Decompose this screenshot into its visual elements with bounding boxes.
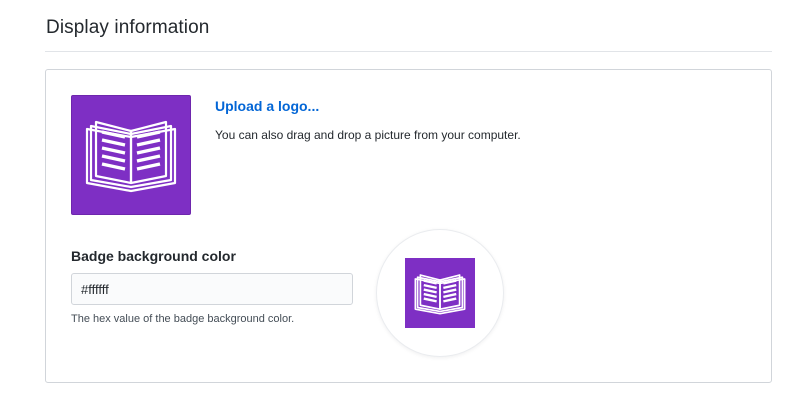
section-title: Display information bbox=[46, 17, 210, 38]
section-divider bbox=[45, 51, 772, 52]
badge-color-help-text: The hex value of the badge background co… bbox=[71, 313, 295, 325]
badge-preview-tile bbox=[405, 258, 475, 328]
logo-preview[interactable] bbox=[71, 95, 191, 215]
open-book-icon bbox=[414, 273, 466, 314]
open-book-icon bbox=[85, 120, 177, 193]
badge-preview bbox=[377, 230, 503, 356]
upload-help-text: You can also drag and drop a picture fro… bbox=[215, 128, 521, 142]
badge-color-input[interactable] bbox=[71, 273, 353, 305]
badge-color-label: Badge background color bbox=[71, 248, 236, 264]
upload-logo-link[interactable]: Upload a logo... bbox=[215, 98, 319, 114]
display-info-card: Upload a logo... You can also drag and d… bbox=[45, 69, 772, 383]
